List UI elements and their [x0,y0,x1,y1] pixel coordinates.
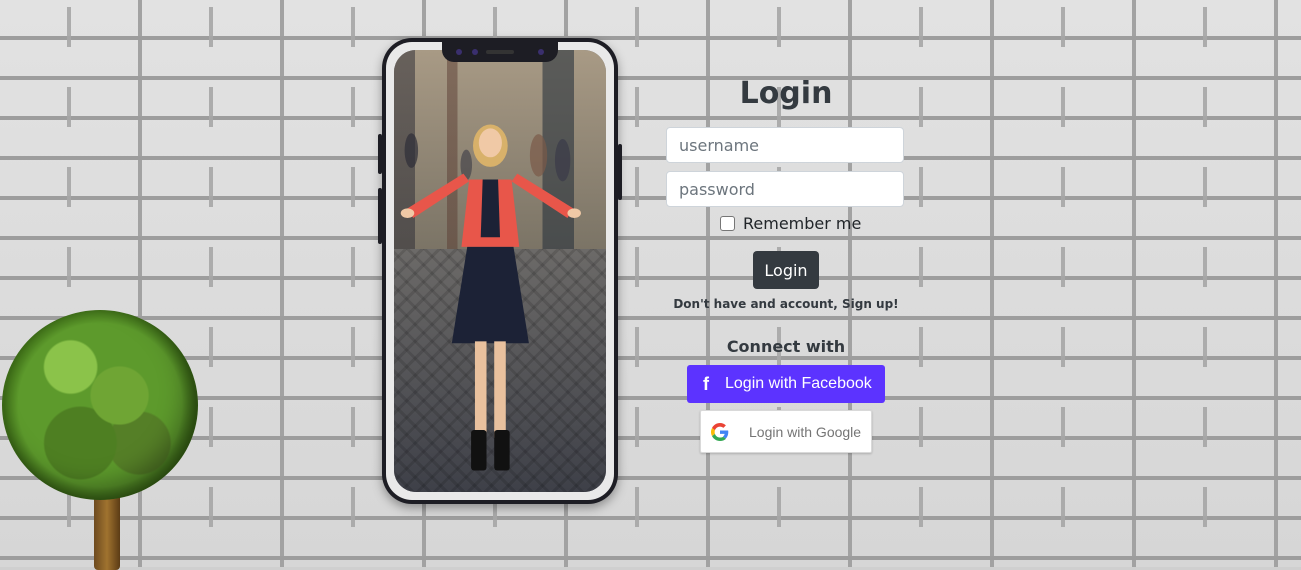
facebook-login-label: Login with Facebook [725,375,872,392]
phone-mockup [378,38,622,504]
photo-woman-figure [400,124,581,471]
potted-plant-decoration [0,300,200,570]
phone-notch [442,42,558,62]
connect-with-heading: Connect with [726,337,846,356]
login-button[interactable]: Login [753,251,819,289]
camera-icon [538,49,544,55]
phone-screen-photo [394,50,606,492]
plant-bush [2,310,198,500]
phone-side-button [618,144,622,200]
camera-icon [472,49,478,55]
remember-me-checkbox[interactable]: Remember me [720,213,861,233]
phone-side-button [378,188,382,244]
google-icon [711,422,729,441]
phone-side-button [378,134,382,174]
camera-icon [456,49,462,55]
password-input[interactable] [666,171,904,207]
checkbox-box[interactable] [720,215,735,231]
speaker-grill [486,50,514,54]
login-title: Login [739,76,833,111]
google-login-label: Login with Google [749,423,862,440]
facebook-icon: f [703,373,709,394]
google-login-button[interactable]: Login with Google [700,410,872,453]
remember-me-label: Remember me [743,213,862,233]
signup-link[interactable]: Don't have and account, Sign up! [646,297,926,311]
username-input[interactable] [666,127,904,163]
phone-screen-frame [386,42,614,500]
facebook-login-button[interactable]: f Login with Facebook [687,365,885,403]
